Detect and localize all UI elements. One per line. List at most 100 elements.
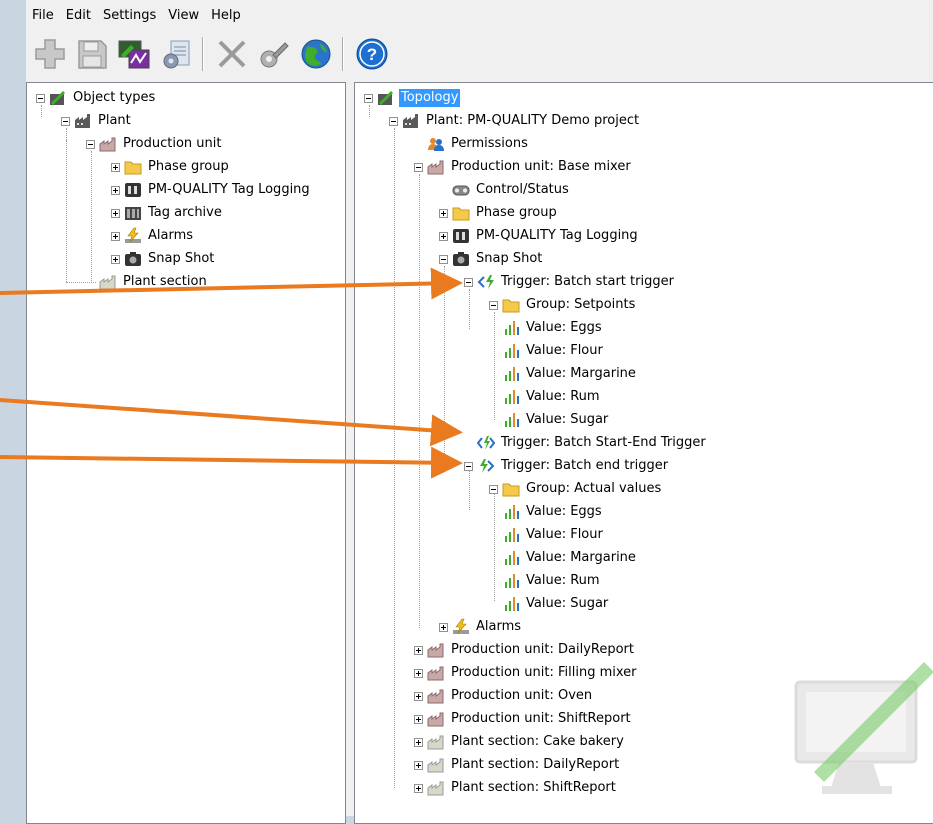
tree-node-tag-logging[interactable]: PM-QUALITY Tag Logging [111,179,312,201]
tree-node-tag-archive[interactable]: Tag archive [111,202,224,224]
expand-toggle[interactable] [439,208,448,218]
tree-node-trigger-end[interactable]: Trigger: Batch end trigger [464,455,670,477]
tree-node-group-setpoints[interactable]: Group: Setpoints [489,294,637,316]
tree-node-value[interactable]: Value: Flour [502,524,605,546]
collapse-toggle[interactable] [389,116,398,126]
plant-section-icon [427,733,445,751]
save-button[interactable] [74,36,110,72]
tree-node-plant-section[interactable]: Plant section: ShiftReport [414,777,618,799]
tree-node-production-unit[interactable]: Production unit: ShiftReport [414,708,633,730]
expand-toggle[interactable] [414,760,423,770]
tree-node-value[interactable]: Value: Rum [502,570,602,592]
production-unit-icon [99,135,117,153]
bar-chart-icon [502,572,520,590]
tree-node-phase-group[interactable]: Phase group [111,156,231,178]
bar-chart-icon [502,595,520,613]
collapse-toggle[interactable] [439,254,448,264]
tree-node-value[interactable]: Value: Sugar [502,593,610,615]
expand-toggle[interactable] [111,254,120,264]
expand-toggle[interactable] [414,668,423,678]
tree-node-phase-group[interactable]: Phase group [439,202,559,224]
save-icon [78,40,107,69]
tree-node-production-unit[interactable]: Production unit: Oven [414,685,594,707]
expand-toggle[interactable] [439,622,448,632]
plant-section-icon [99,273,117,291]
logo-watermark-icon [794,662,933,794]
expand-toggle[interactable] [111,162,120,172]
collapse-toggle[interactable] [414,162,423,172]
collapse-toggle[interactable] [464,461,473,471]
tree-node-plant-section[interactable]: Plant section: Cake bakery [414,731,626,753]
collapse-toggle[interactable] [36,93,45,103]
production-unit-icon [427,158,445,176]
tree-node-production-unit[interactable]: Production unit: DailyReport [414,639,636,661]
production-unit-icon [427,710,445,728]
tree-node-trigger-start[interactable]: Trigger: Batch start trigger [464,271,676,293]
collapse-toggle[interactable] [489,300,498,310]
menu-edit[interactable]: Edit [60,6,97,26]
object-types-panel: Object types Plant Production unit Phase… [26,82,346,824]
tree-node-object-types[interactable]: Object types [36,87,157,109]
tree-node-topology[interactable]: Topology [364,87,461,109]
tree-node-value[interactable]: Value: Margarine [502,363,638,385]
tree-node-production-unit[interactable]: Production unit: Filling mixer [414,662,639,684]
tag-logging-icon [452,227,470,245]
tree-node-plant-section[interactable]: Plant section: DailyReport [414,754,621,776]
globe-button[interactable] [298,36,334,72]
expand-toggle[interactable] [414,645,423,655]
tree-node-base-mixer[interactable]: Production unit: Base mixer [414,156,633,178]
tree-node-alarms[interactable]: Alarms [111,225,195,247]
monitor-chart-icon [118,40,150,69]
delete-button[interactable] [214,36,250,72]
menu-help[interactable]: Help [205,6,247,26]
collapse-toggle[interactable] [489,484,498,494]
expand-toggle[interactable] [111,231,120,241]
tree-node-value[interactable]: Value: Margarine [502,547,638,569]
tree-node-plant[interactable]: Plant: PM-QUALITY Demo project [389,110,641,132]
collapse-toggle[interactable] [86,139,95,149]
tree-node-value[interactable]: Value: Flour [502,340,605,362]
tree-node-control-status[interactable]: Control/Status [452,179,571,201]
tree-node-plant[interactable]: Plant [61,110,133,132]
object-types-icon [49,89,67,107]
trigger-end-icon [477,457,495,475]
tree-node-plant-section[interactable]: Plant section [99,271,209,293]
tree-node-value[interactable]: Value: Eggs [502,501,604,523]
delete-icon [218,40,246,68]
tree-node-trigger-start-end[interactable]: Trigger: Batch Start-End Trigger [477,432,708,454]
bar-chart-icon [502,549,520,567]
expand-toggle[interactable] [111,185,120,195]
add-button[interactable] [32,36,68,72]
menu-view[interactable]: View [162,6,205,26]
trigger-start-end-icon [477,434,495,452]
collapse-toggle[interactable] [464,277,473,287]
tree-node-production-unit[interactable]: Production unit [86,133,223,155]
collapse-toggle[interactable] [364,93,373,103]
expand-toggle[interactable] [414,691,423,701]
tree-node-alarms[interactable]: Alarms [439,616,523,638]
help-button[interactable]: ? [354,36,390,72]
tree-node-snap-shot[interactable]: Snap Shot [439,248,544,270]
expand-toggle[interactable] [414,783,423,793]
monitor-chart-button[interactable] [116,36,152,72]
tree-node-permissions[interactable]: Permissions [427,133,530,155]
tree-node-value[interactable]: Value: Sugar [502,409,610,431]
tree-node-value[interactable]: Value: Rum [502,386,602,408]
tree-node-snap-shot[interactable]: Snap Shot [111,248,216,270]
expand-toggle[interactable] [414,714,423,724]
tools-button[interactable] [256,36,292,72]
tree-node-group-actual[interactable]: Group: Actual values [489,478,663,500]
menu-file[interactable]: File [26,6,60,26]
expand-toggle[interactable] [439,231,448,241]
object-types-tree: Object types Plant Production unit Phase… [27,83,345,823]
expand-toggle[interactable] [414,737,423,747]
folder-icon [124,158,142,176]
users-icon [427,135,445,153]
tree-node-value[interactable]: Value: Eggs [502,317,604,339]
tree-node-tag-logging[interactable]: PM-QUALITY Tag Logging [439,225,640,247]
svg-text:?: ? [367,45,377,64]
menu-settings[interactable]: Settings [97,6,162,26]
collapse-toggle[interactable] [61,116,70,126]
expand-toggle[interactable] [111,208,120,218]
configure-button[interactable] [158,36,194,72]
